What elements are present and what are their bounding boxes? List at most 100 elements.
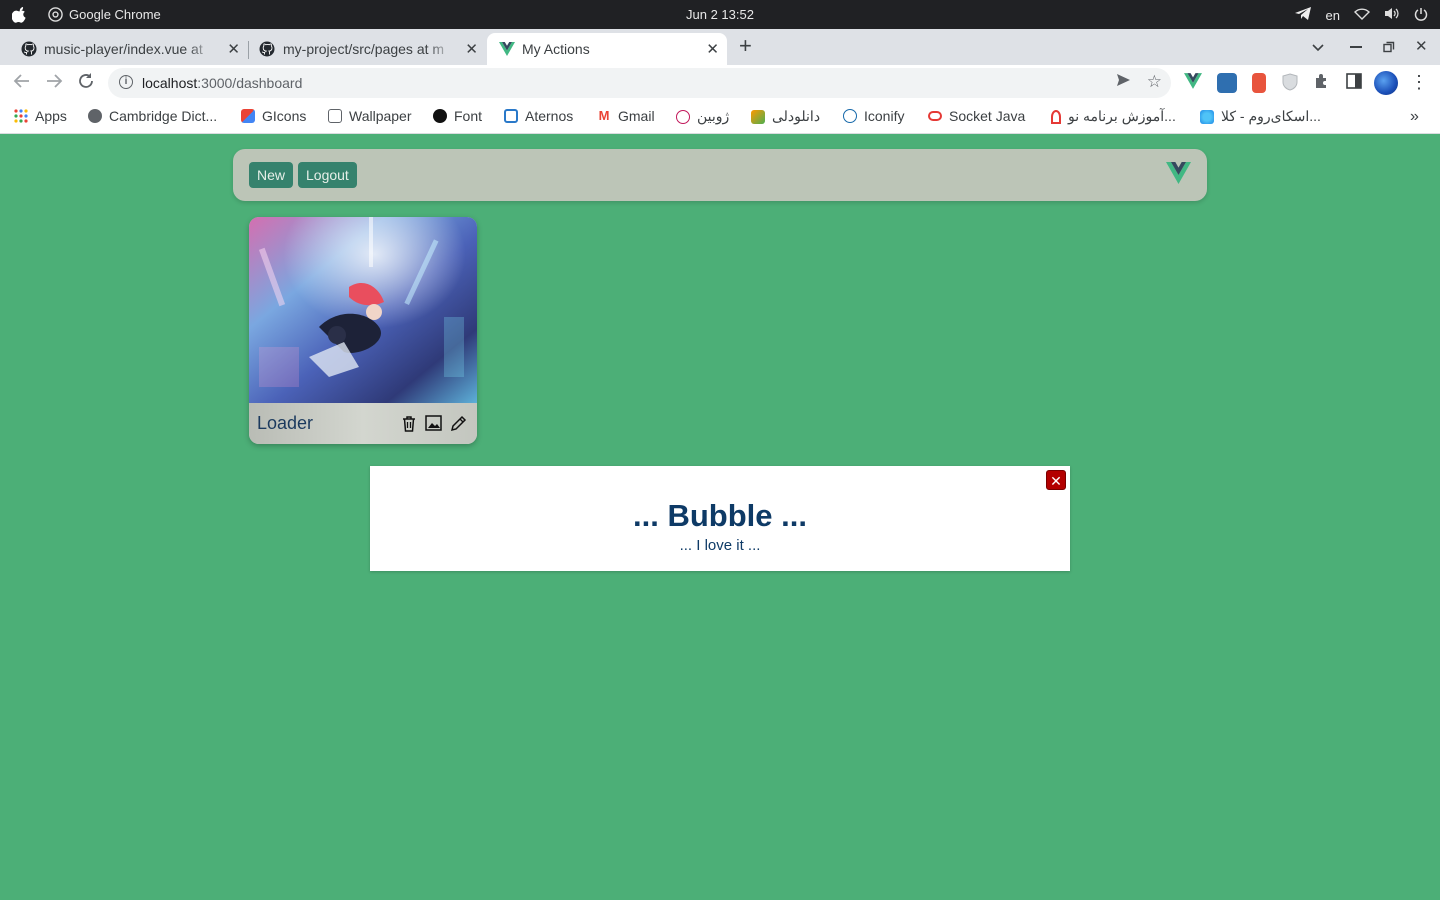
- site-info-icon[interactable]: i: [119, 75, 133, 89]
- bookmark-label: Wallpaper: [349, 108, 412, 124]
- github-icon: [259, 41, 275, 57]
- bookmark-iconify[interactable]: Iconify: [843, 108, 904, 124]
- tab-search-chevron-icon[interactable]: [1312, 39, 1324, 57]
- skyroom-icon: [1200, 109, 1214, 124]
- bookmark-cambridge[interactable]: Cambridge Dict...: [88, 108, 217, 124]
- url-path: :3000/dashboard: [197, 75, 303, 91]
- extensions-puzzle-icon[interactable]: [1313, 73, 1333, 93]
- delete-trash-icon[interactable]: [401, 415, 417, 437]
- bookmark-label: ژوبین: [697, 108, 730, 124]
- back-arrow-icon[interactable]: [13, 72, 31, 95]
- close-tab-icon[interactable]: ✕: [706, 40, 719, 58]
- extension-red-icon[interactable]: [1252, 73, 1266, 93]
- extension-robot-icon[interactable]: [1217, 73, 1237, 93]
- bubble-modal: ✕ ... Bubble ... ... I love it ...: [370, 466, 1070, 571]
- bookmark-label: GIcons: [262, 108, 307, 124]
- vue-devtools-icon[interactable]: [1184, 73, 1204, 93]
- card-title[interactable]: Loader: [257, 413, 313, 434]
- bookmark-apps[interactable]: Apps: [14, 108, 67, 124]
- bookmark-amoozesh[interactable]: آموزش برنامه نو...: [1051, 108, 1176, 125]
- bookmark-gmail[interactable]: M Gmail: [597, 108, 655, 124]
- status-area: en: [1294, 6, 1428, 24]
- new-button[interactable]: New: [249, 162, 294, 188]
- bookmark-socket-java[interactable]: Socket Java: [928, 108, 1025, 124]
- wallpaper-icon: [328, 109, 342, 123]
- new-tab-plus-icon[interactable]: +: [739, 35, 752, 57]
- tab-title: music-player/index.vue at: [44, 41, 203, 57]
- power-icon[interactable]: [1414, 7, 1428, 24]
- bookmark-downloadly[interactable]: دانلودلی: [751, 108, 820, 125]
- browser-toolbar: i localhost:3000/dashboard ☆ ⋮: [0, 65, 1440, 101]
- tab-title: My Actions: [522, 41, 590, 57]
- bookmark-skyroom[interactable]: اسکای‌روم - کلا...: [1200, 108, 1321, 125]
- modal-subtitle: ... I love it ...: [679, 537, 761, 554]
- bookmark-label: Gmail: [618, 108, 655, 124]
- volume-icon[interactable]: [1384, 7, 1400, 23]
- clock[interactable]: Jun 2 13:52: [0, 7, 1440, 22]
- side-panel-icon[interactable]: [1346, 73, 1366, 93]
- bookmark-font[interactable]: Font: [433, 108, 482, 124]
- close-modal-button[interactable]: ✕: [1046, 470, 1066, 490]
- app-navbar: New Logout: [233, 149, 1207, 201]
- card-footer: Loader: [249, 403, 477, 444]
- send-to-device-icon[interactable]: [1116, 73, 1131, 92]
- aternos-icon: [504, 109, 518, 123]
- tab-my-actions[interactable]: My Actions ✕: [487, 33, 727, 65]
- gicons-icon: [241, 109, 255, 123]
- edit-pencil-icon[interactable]: [450, 415, 467, 437]
- bookmark-star-icon[interactable]: ☆: [1147, 72, 1162, 92]
- wifi-icon[interactable]: [1354, 7, 1370, 23]
- shield-icon[interactable]: [1282, 73, 1302, 93]
- zhobin-icon: [676, 109, 690, 124]
- profile-avatar[interactable]: [1374, 71, 1398, 95]
- more-bookmarks-chevron-icon[interactable]: »: [1410, 108, 1419, 126]
- bookmark-label: دانلودلی: [772, 108, 821, 124]
- restore-icon[interactable]: [1383, 40, 1395, 58]
- oracle-icon: [928, 111, 942, 121]
- bookmarks-bar: Apps Cambridge Dict... GIcons Wallpaper …: [0, 101, 1440, 134]
- apps-grid-icon: [14, 109, 28, 123]
- globe-icon: [88, 109, 102, 123]
- tab-strip: music-player/index.vue at ✕ my-project/s…: [0, 29, 1440, 65]
- bookmark-gicons[interactable]: GIcons: [241, 108, 306, 124]
- bookmark-label: آموزش برنامه نو...: [1068, 108, 1176, 124]
- address-bar[interactable]: i localhost:3000/dashboard ☆: [108, 68, 1171, 98]
- vue-logo-icon[interactable]: [1166, 162, 1191, 189]
- language-indicator[interactable]: en: [1326, 8, 1340, 23]
- url-text: localhost:3000/dashboard: [142, 75, 302, 91]
- bookmark-wallpaper[interactable]: Wallpaper: [328, 108, 412, 124]
- bookmark-label: Apps: [35, 108, 67, 124]
- tab-title: my-project/src/pages at m: [283, 41, 445, 57]
- bookmark-zhobin[interactable]: ژوبین: [676, 108, 729, 125]
- bookmark-label: Cambridge Dict...: [109, 108, 218, 124]
- magnet-icon: [1051, 109, 1061, 124]
- action-card[interactable]: Loader: [249, 217, 477, 444]
- iconify-icon: [843, 109, 857, 123]
- reload-icon[interactable]: [77, 72, 95, 95]
- bookmark-label: Socket Java: [949, 108, 1026, 124]
- bookmark-label: Aternos: [525, 108, 574, 124]
- url-host: localhost: [142, 75, 198, 91]
- tab-music-player[interactable]: music-player/index.vue at ✕: [8, 33, 249, 65]
- bookmark-label: Font: [454, 108, 483, 124]
- gmail-icon: M: [598, 108, 610, 123]
- forward-arrow-icon[interactable]: [45, 72, 63, 95]
- os-top-bar: Google Chrome Jun 2 13:52 en: [0, 0, 1440, 29]
- bookmark-aternos[interactable]: Aternos: [504, 108, 573, 124]
- chrome-menu-icon[interactable]: ⋮: [1410, 73, 1430, 93]
- downloadly-icon: [751, 109, 765, 124]
- close-tab-icon[interactable]: ✕: [227, 40, 240, 58]
- bookmark-label: اسکای‌روم - کلا...: [1221, 108, 1321, 124]
- bookmark-label: Iconify: [864, 108, 905, 124]
- modal-title: ... Bubble ...: [633, 498, 807, 533]
- github-icon: [21, 41, 37, 57]
- close-tab-icon[interactable]: ✕: [465, 40, 478, 58]
- image-icon[interactable]: [425, 415, 442, 437]
- close-window-icon[interactable]: ✕: [1415, 37, 1428, 55]
- minimize-icon[interactable]: [1350, 46, 1362, 48]
- telegram-icon[interactable]: [1294, 6, 1312, 24]
- card-actions: [401, 415, 467, 437]
- card-image[interactable]: [249, 217, 477, 403]
- tab-my-project[interactable]: my-project/src/pages at m ✕: [248, 33, 486, 65]
- logout-button[interactable]: Logout: [298, 162, 357, 188]
